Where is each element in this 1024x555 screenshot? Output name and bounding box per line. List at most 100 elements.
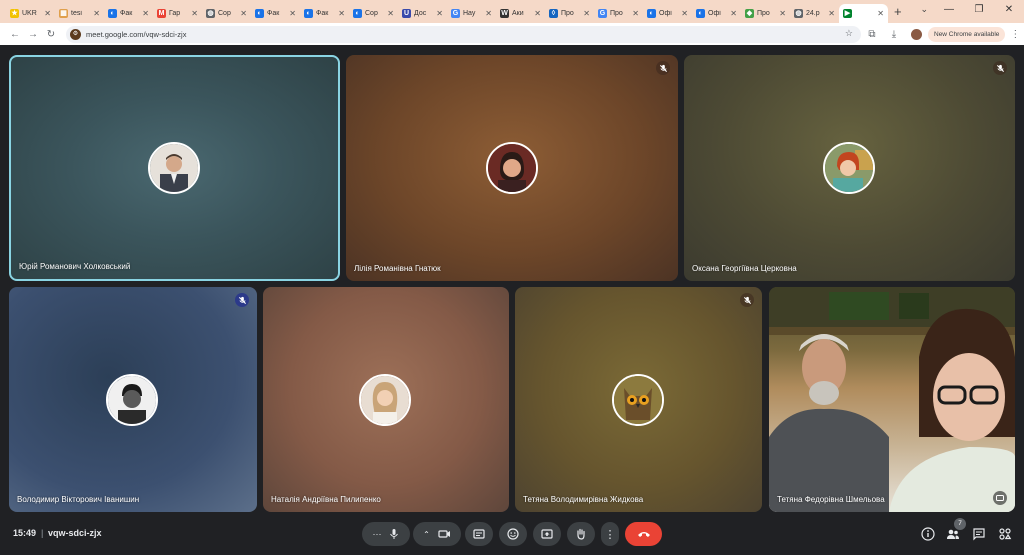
tab-favicon: ▶ [843,9,852,18]
browser-tab[interactable]: ◆ Про ✕ [741,4,790,23]
reload-icon[interactable]: ↻ [42,29,60,40]
browser-tab[interactable]: ▦ tesi ✕ [55,4,104,23]
tab-close-icon[interactable]: ✕ [387,9,394,18]
participant-name: Лілія Романівна Гнатюк [354,264,441,273]
tab-close-icon[interactable]: ✕ [44,9,51,18]
tab-label: Гар [169,10,181,17]
meeting-info-icon[interactable] [921,527,935,541]
browser-tab[interactable]: ◍ 24.р ✕ [790,4,839,23]
browser-tab[interactable]: U Дос ✕ [398,4,447,23]
tab-close-icon[interactable]: ✕ [93,9,100,18]
participant-avatar [106,374,158,426]
tab-close-icon[interactable]: ✕ [877,9,884,18]
browser-tab[interactable]: ◐ Офі ✕ [692,4,741,23]
participant-tile-video[interactable]: Тетяна Федорівна Шмельова [769,287,1015,512]
tab-close-icon[interactable]: ✕ [485,9,492,18]
participant-tile[interactable]: Лілія Романівна Гнатюк [346,55,678,281]
mic-options-icon[interactable]: ··· [373,529,382,539]
participant-tile[interactable]: Юрій Романович Холковський [9,55,340,281]
browser-tab[interactable]: G Нау ✕ [447,4,496,23]
participant-avatar [823,142,875,194]
forward-icon[interactable]: → [24,29,42,40]
tab-close-icon[interactable]: ✕ [534,9,541,18]
browser-tab[interactable]: W Аки ✕ [496,4,545,23]
tab-close-icon[interactable]: ✕ [681,9,688,18]
browser-tab[interactable]: ★ UKR ✕ [6,4,55,23]
tab-label: Аки [512,10,524,17]
participant-tile[interactable]: Наталія Андріївна Пилипенко [263,287,509,512]
participant-tile[interactable]: Оксана Георгіївна Церковна [684,55,1015,281]
site-info-icon[interactable]: ⚙ [70,28,81,40]
tab-favicon: G [451,9,460,18]
tab-close-icon[interactable]: ✕ [436,9,443,18]
maximize-icon[interactable]: ❐ [964,0,994,23]
activities-icon[interactable] [998,527,1012,541]
browser-tab[interactable]: ◐ Сор ✕ [349,4,398,23]
tab-close-icon[interactable]: ✕ [730,9,737,18]
bookmark-star-icon[interactable]: ☆ [845,28,853,39]
participant-name: Наталія Андріївна Пилипенко [271,495,381,504]
participant-avatar [486,142,538,194]
browser-menu-icon[interactable]: ⋮ [1010,29,1020,40]
close-window-icon[interactable]: ✕ [994,0,1024,23]
download-icon[interactable]: ⤓ [883,29,905,40]
tab-label: Фак [120,10,133,17]
participant-name: Тетяна Володимирівна Жидкова [523,495,644,504]
present-screen-button[interactable] [533,522,561,546]
chevron-up-icon[interactable]: ⌃ [423,530,430,539]
browser-tab[interactable]: G Про ✕ [594,4,643,23]
tab-close-icon[interactable]: ✕ [583,9,590,18]
reactions-button[interactable] [499,522,527,546]
participant-avatar [148,142,200,194]
chat-icon[interactable] [972,527,986,541]
leave-call-button[interactable] [625,522,662,546]
tab-close-icon[interactable]: ✕ [191,9,198,18]
new-chrome-available-button[interactable]: New Chrome available [928,26,1006,42]
tab-label: Фак [267,10,280,17]
tab-close-icon[interactable]: ✕ [289,9,296,18]
address-bar[interactable]: ⚙ meet.google.com/vqw-sdci-zjx ☆ [66,25,861,43]
tab-favicon: U [402,9,411,18]
browser-tab[interactable]: ◐ Фак ✕ [104,4,153,23]
minimize-icon[interactable]: — [934,0,964,23]
tab-close-icon[interactable]: ✕ [828,9,835,18]
browser-tab[interactable]: ◊ Про ✕ [545,4,594,23]
tab-favicon: W [500,9,509,18]
tab-close-icon[interactable]: ✕ [142,9,149,18]
new-tab-icon[interactable]: + [894,4,902,19]
raise-hand-button[interactable] [567,522,595,546]
window-controls: — ❐ ✕ [934,0,1024,23]
tab-label: Про [610,10,623,17]
participant-tile[interactable]: Тетяна Володимирівна Жидкова [515,287,762,512]
browser-tab[interactable]: ▶ ✕ [839,4,888,23]
extensions-icon[interactable]: ⧉ [861,29,883,40]
tab-favicon: ★ [10,9,19,18]
raise-hand-icon [577,528,585,540]
browser-tab[interactable]: ◐ Фак ✕ [300,4,349,23]
participant-tile[interactable]: Володимир Вікторович Іванишин [9,287,257,512]
pin-tile-icon[interactable] [993,491,1007,505]
browser-tab[interactable]: ◐ Офі ✕ [643,4,692,23]
tab-label: Про [757,10,770,17]
tab-search-icon[interactable]: ⌄ [920,4,928,15]
tab-close-icon[interactable]: ✕ [632,9,639,18]
captions-button[interactable] [465,522,493,546]
tab-label: Дос [414,10,427,17]
participant-count-badge: 7 [954,518,966,530]
browser-tab[interactable]: ◐ Фак ✕ [251,4,300,23]
mic-off-icon [235,293,249,307]
camera-button[interactable]: ⌃ [413,522,461,546]
tab-close-icon[interactable]: ✕ [338,9,345,18]
microphone-button[interactable]: ··· [362,522,410,546]
browser-tab[interactable]: M Гар ✕ [153,4,202,23]
browser-tab[interactable]: ◍ Сор ✕ [202,4,251,23]
tab-close-icon[interactable]: ✕ [779,9,786,18]
tab-favicon: ◐ [304,9,313,18]
profile-avatar[interactable] [911,28,922,40]
separator: | [41,528,44,538]
tab-label: Про [561,10,574,17]
tab-label: Фак [316,10,329,17]
more-options-button[interactable]: ⋮ [601,522,619,546]
back-icon[interactable]: ← [6,29,24,40]
tab-close-icon[interactable]: ✕ [240,9,247,18]
